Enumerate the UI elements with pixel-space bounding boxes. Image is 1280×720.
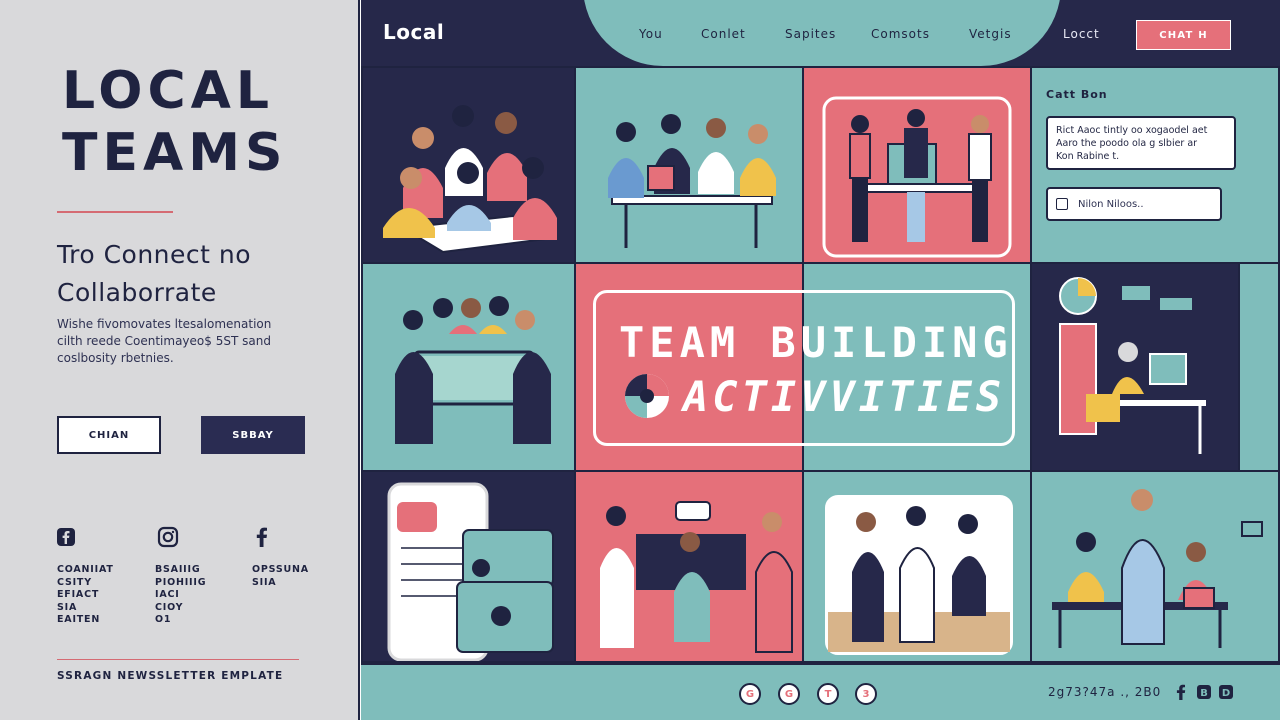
brand-logo[interactable]: Local: [383, 20, 444, 44]
illustration-presentation: [804, 68, 1030, 262]
social-col-text: SIA: [57, 601, 78, 613]
social-col-text: COANIIAT: [57, 564, 114, 575]
chat-message-line: Rict Aaoc tintly oo xogaodel aet: [1056, 125, 1208, 136]
sbbay-button[interactable]: SBBAY: [201, 416, 305, 454]
social-column-3: OPSSUNA SIIA: [252, 564, 309, 589]
illustration-group-discussion: [363, 68, 574, 262]
footer-divider: [57, 659, 299, 660]
illustration-team-holding-board: [363, 264, 574, 470]
chat-input-placeholder: Nilon Niloos..: [1078, 198, 1144, 210]
headline-line-2: Collaborrate: [57, 278, 217, 307]
illustration-group-desk: [1032, 472, 1278, 661]
footer-text: 2g73?47a ., 2B0: [1048, 685, 1162, 699]
d-square-icon[interactable]: D: [1217, 683, 1235, 701]
social-col-text: CIOY: [155, 601, 184, 613]
chat-panel: Catt Bon Rict Aaoc tintly oo xogaodel ae…: [1032, 68, 1278, 262]
svg-text:B: B: [1200, 688, 1208, 699]
illustration-discussion-frame: [804, 472, 1030, 661]
chat-message: Rict Aaoc tintly oo xogaodel aet Aaro th…: [1046, 116, 1236, 170]
social-col-text: IACI: [155, 589, 180, 601]
illustration-workstation: [1032, 264, 1238, 470]
logo-line-1: LOCAL: [62, 61, 275, 121]
banner-title: TEAM BUILDING: [619, 318, 1013, 367]
illustration-team-meeting: [576, 68, 802, 262]
facebook-icon[interactable]: [54, 525, 78, 549]
illustration-phone-app: [363, 472, 574, 661]
top-navigation: Local You Conlet Sapites Comsots Vetgis …: [361, 0, 1280, 66]
chat-message-line: Kon Rabine t.: [1056, 151, 1120, 162]
square-icon: [1056, 198, 1068, 210]
nav-item-conlet[interactable]: Conlet: [701, 27, 746, 41]
banner-frame: [593, 290, 1015, 446]
logo-line-2: TEAMS: [62, 123, 288, 183]
nav-item-you[interactable]: You: [639, 27, 663, 41]
nav-item-vetgis[interactable]: Vetgis: [969, 27, 1012, 41]
nav-item-sapites[interactable]: Sapites: [785, 27, 836, 41]
login-link[interactable]: Locct: [1063, 27, 1100, 41]
footer-label: SSRAGN NEWSSLETTER EMPLATE: [57, 670, 284, 682]
social-col-text: EAITEN: [57, 614, 101, 626]
chian-button[interactable]: CHIAN: [57, 416, 161, 454]
page-dot[interactable]: 3: [855, 683, 877, 705]
page-dot[interactable]: G: [739, 683, 761, 705]
description: Wishe fivomovates ltesalomenation cilth …: [57, 316, 307, 367]
page-dot[interactable]: T: [817, 683, 839, 705]
divider: [57, 211, 173, 213]
social-col-text: BSAIIIG: [155, 564, 201, 575]
social-col-text: O1: [155, 614, 172, 626]
instagram-icon[interactable]: [156, 525, 180, 549]
footer-bar: G G T 3 2g73?47a ., 2B0 B D: [361, 663, 1280, 720]
social-col-text: EFIACT: [57, 589, 100, 601]
headline-line-1: Tro Connect no: [57, 240, 252, 269]
description-line-3: coslbosity rbetnies.: [57, 351, 174, 365]
chat-input[interactable]: Nilon Niloos..: [1046, 187, 1222, 221]
social-column-2: BSAIIIG PIOHIIIG IACI CIOY O1: [155, 564, 206, 627]
social-col-text: OPSSUNA: [252, 564, 309, 575]
social-col-text: SIIA: [252, 576, 277, 588]
grid-filler: [1240, 264, 1278, 470]
chat-message-line: Aaro the poodo ola g slbier ar: [1056, 138, 1198, 149]
social-col-text: CSITY: [57, 576, 92, 588]
facebook-icon[interactable]: [1172, 683, 1190, 701]
social-column-1: COANIIAT CSITY EFIACT SIA EAITEN: [57, 564, 114, 627]
b-square-icon[interactable]: B: [1195, 683, 1213, 701]
colorful-ball-icon: [623, 372, 671, 420]
page-dot[interactable]: G: [778, 683, 800, 705]
illustration-collaboration: [576, 472, 802, 661]
facebook-f-icon[interactable]: [250, 525, 274, 549]
description-line-2: cilth reede Coentimayeo$ 5ST sand: [57, 334, 271, 348]
illustration-grid: Catt Bon Rict Aaoc tintly oo xogaodel ae…: [361, 66, 1280, 663]
social-col-text: PIOHIIIG: [155, 576, 207, 588]
headline: Tro Connect no Collaborrate: [57, 236, 337, 312]
left-panel: LOCAL TEAMS Tro Connect no Collaborrate …: [0, 0, 360, 720]
logo: LOCAL TEAMS: [62, 60, 287, 184]
chat-button[interactable]: CHAT H: [1136, 20, 1231, 50]
svg-text:D: D: [1222, 688, 1230, 699]
description-line-1: Wishe fivomovates ltesalomenation: [57, 317, 272, 331]
chat-title: Catt Bon: [1046, 88, 1108, 101]
nav-item-comsots[interactable]: Comsots: [871, 27, 930, 41]
